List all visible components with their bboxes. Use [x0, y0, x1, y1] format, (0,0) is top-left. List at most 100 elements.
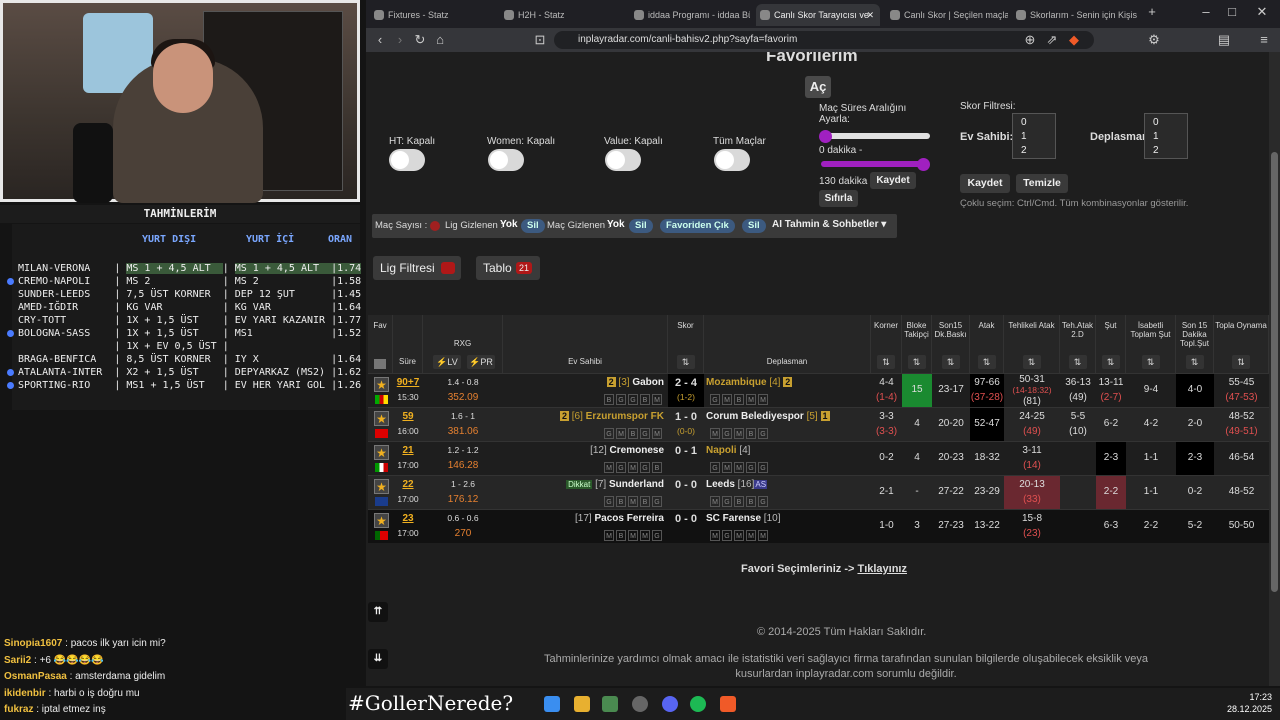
- new-tab-button[interactable]: +: [1144, 4, 1160, 20]
- min-range-slider[interactable]: [821, 133, 930, 139]
- korner-detail: (1-4): [875, 392, 898, 403]
- home-score-select[interactable]: 012: [1012, 113, 1056, 159]
- zoom-icon[interactable]: ⊕: [1022, 32, 1038, 48]
- sort-icon[interactable]: ⇅: [1141, 355, 1160, 369]
- sort-lv-button[interactable]: ⚡LV: [433, 355, 461, 369]
- menu-icon[interactable]: ≡: [1256, 32, 1272, 48]
- url-field[interactable]: inplayradar.com/canli-bahisv2.php?sayfa=…: [554, 31, 1094, 49]
- footer-link[interactable]: Tıklayınız: [857, 563, 907, 575]
- all-matches-toggle[interactable]: [714, 149, 750, 171]
- clear-league-hidden-button[interactable]: Sil: [521, 219, 545, 233]
- away-team-name[interactable]: Mozambique [4] 2: [704, 377, 871, 388]
- scroll-top-button[interactable]: ⇈: [368, 602, 388, 622]
- women-toggle[interactable]: [488, 149, 524, 171]
- scroll-bottom-button[interactable]: ⇊: [368, 649, 388, 669]
- league-filter-button[interactable]: Lig Filtresi: [373, 256, 461, 280]
- page-scrollbar[interactable]: [1269, 52, 1280, 686]
- away-name: Mozambique: [706, 377, 767, 388]
- bookmark-icon[interactable]: ⊡: [532, 32, 548, 48]
- ht-toggle[interactable]: [389, 149, 425, 171]
- open-button[interactable]: Aç: [805, 76, 831, 98]
- away-score-select[interactable]: 012: [1144, 113, 1188, 159]
- sort-icon[interactable]: ⇅: [1232, 355, 1250, 369]
- sort-pr-button[interactable]: ⚡PR: [467, 355, 495, 369]
- clear-match-hidden-button[interactable]: Sil: [629, 219, 653, 233]
- min-range-knob[interactable]: [819, 130, 832, 143]
- sort-icon[interactable]: ⇅: [1022, 355, 1041, 369]
- minute: 23: [402, 513, 414, 524]
- save-score-button[interactable]: Kaydet: [960, 174, 1010, 193]
- file-explorer-icon[interactable]: [574, 696, 590, 712]
- max-label: 130 dakika: [819, 176, 868, 187]
- match-row[interactable]: ★ 90+7 15:30 1.4 - 0.8 352.09 2 [3] Gabon B G G B…: [368, 373, 1269, 408]
- maximize-button[interactable]: □: [1224, 4, 1240, 20]
- discord-icon[interactable]: [662, 696, 678, 712]
- forward-icon[interactable]: ›: [392, 32, 408, 48]
- brave-icon[interactable]: [720, 696, 736, 712]
- sort-icon[interactable]: ⇅: [676, 355, 695, 369]
- away-team-name[interactable]: Napoli [4]: [704, 445, 871, 456]
- brave-shield-icon[interactable]: ◆: [1066, 32, 1082, 48]
- sort-icon[interactable]: ⇅: [877, 355, 895, 369]
- sort-icon[interactable]: ⇅: [907, 355, 926, 369]
- home-team-name[interactable]: [17] Pacos Ferreira: [503, 513, 668, 524]
- sidebar-icon[interactable]: ▤: [1216, 32, 1232, 48]
- browser-tab[interactable]: iddaa Programı - iddaa Bü: [630, 4, 750, 26]
- browser-tab[interactable]: Canlı Skor Tarayıcısı ve ✕: [756, 4, 880, 26]
- obs-icon[interactable]: [632, 696, 648, 712]
- sort-icon[interactable]: ⇅: [941, 355, 960, 369]
- home-team-name[interactable]: Dikkat [7] Sunderland: [503, 479, 668, 490]
- value-toggle[interactable]: [605, 149, 641, 171]
- share-icon[interactable]: ⇗: [1044, 32, 1060, 48]
- away-team-name[interactable]: SC Farense [10]: [704, 513, 871, 524]
- unfavorite-button[interactable]: Favoriden Çık: [660, 219, 735, 233]
- trash-icon[interactable]: [374, 359, 386, 369]
- away-team-name[interactable]: Leeds [16]AS: [704, 479, 871, 490]
- favorite-star-icon[interactable]: ★: [374, 411, 389, 426]
- clear-score-button[interactable]: Temizle: [1016, 174, 1068, 193]
- match-row[interactable]: ★ 22 17:00 1 - 2.6 176.12 Dikkat [7] Sunderla…: [368, 475, 1269, 510]
- table-button[interactable]: Tablo 21: [476, 256, 540, 280]
- home-rank: [6]: [571, 411, 586, 422]
- notepad-icon[interactable]: [602, 696, 618, 712]
- tab-close-icon[interactable]: ✕: [866, 4, 874, 26]
- minimize-button[interactable]: –: [1198, 4, 1214, 20]
- chat-user: OsmanPasaa: [4, 671, 67, 683]
- extensions-icon[interactable]: ⚙: [1146, 32, 1162, 48]
- browser-tab[interactable]: H2H - Statz: [500, 4, 624, 26]
- favorite-star-icon[interactable]: ★: [374, 377, 389, 392]
- clear-button[interactable]: Sil: [742, 219, 766, 233]
- away-team-name[interactable]: Corum Belediyespor [5] 1: [704, 411, 871, 422]
- save-range-button[interactable]: Kaydet: [870, 172, 916, 189]
- home-icon[interactable]: ⌂: [432, 32, 448, 48]
- match-row[interactable]: ★ 23 17:00 0.6 - 0.6 270 [17] Pacos Ferreira M…: [368, 509, 1269, 543]
- ai-chat-dropdown[interactable]: AI Tahmin & Sohbetler ▾: [772, 219, 886, 230]
- sort-icon[interactable]: ⇅: [977, 355, 996, 369]
- home-team-name[interactable]: 2 [3] Gabon: [503, 377, 668, 388]
- start-icon[interactable]: [544, 696, 560, 712]
- home-team-name[interactable]: 2 [6] Erzurumspor FK: [503, 411, 668, 422]
- reset-range-button[interactable]: Sıfırla: [819, 190, 858, 207]
- away-form: GMBMM: [710, 394, 768, 405]
- home-team-name[interactable]: [12] Cremonese: [503, 445, 668, 456]
- browser-tab[interactable]: Canlı Skor | Seçilen maçlar: [886, 4, 1008, 26]
- browser-tab[interactable]: Skorlarım - Senin için Kişis: [1012, 4, 1138, 26]
- max-range-knob[interactable]: [917, 158, 930, 171]
- favorite-star-icon[interactable]: ★: [374, 513, 389, 528]
- reload-icon[interactable]: ↻: [412, 32, 428, 48]
- favorite-star-icon[interactable]: ★: [374, 445, 389, 460]
- blue-dot-icon: [7, 369, 14, 376]
- sut-value: 13-11: [1098, 377, 1124, 388]
- match-row[interactable]: ★ 59 16:00 1.6 - 1 381.06 2 [6] Erzurumspor F…: [368, 407, 1269, 442]
- son15-sut-value: 2-3: [1187, 452, 1203, 463]
- back-icon[interactable]: ‹: [372, 32, 388, 48]
- sort-icon[interactable]: ⇅: [1068, 355, 1087, 369]
- match-row[interactable]: ★ 21 17:00 1.2 - 1.2 146.28 [12] Cremonese M G M…: [368, 441, 1269, 476]
- sort-icon[interactable]: ⇅: [1101, 355, 1120, 369]
- sort-icon[interactable]: ⇅: [1185, 355, 1204, 369]
- max-range-slider[interactable]: [821, 161, 928, 167]
- browser-tab[interactable]: Fixtures - Statz: [370, 4, 494, 26]
- favorite-star-icon[interactable]: ★: [374, 479, 389, 494]
- close-window-button[interactable]: ✕: [1254, 4, 1270, 20]
- spotify-icon[interactable]: [690, 696, 706, 712]
